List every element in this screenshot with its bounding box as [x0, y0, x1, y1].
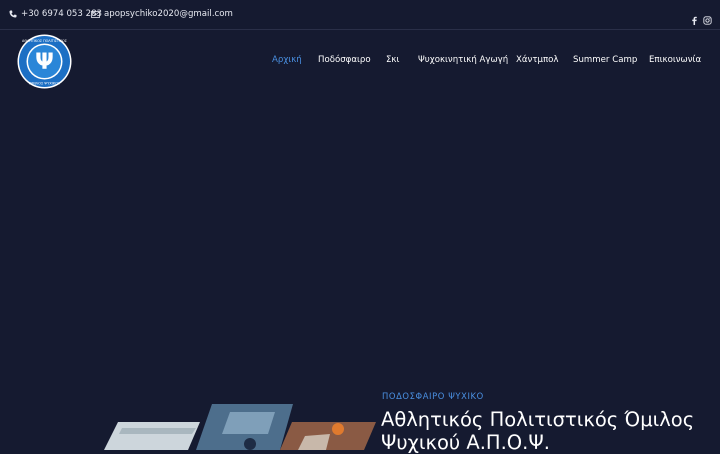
- logo-symbol: Ψ: [35, 50, 54, 75]
- phone-link[interactable]: +30 6974 053 283: [9, 9, 102, 19]
- nav-item-contact[interactable]: Επικοινωνία: [649, 55, 701, 65]
- nav-item-summer-camp[interactable]: Summer Camp: [573, 55, 637, 65]
- nav-item-ski[interactable]: Σκι: [386, 55, 399, 65]
- hero-kicker: ΠΟΔΟΣΦΑΙΡΟ ΨΥΧΙΚΟ: [382, 391, 484, 401]
- email-link[interactable]: apopsychiko2020@gmail.com: [91, 9, 233, 19]
- logo-ring-bottom: ΟΜΙΛΟΣ ΨΥΧΙΚΟΥ: [29, 82, 61, 86]
- phone-number: +30 6974 053 283: [21, 9, 103, 19]
- logo-ring-top: ΑΘΛΗΤΙΚΟΣ ΠΟΛΙΤΙΣΤΙΚΟΣ: [22, 39, 67, 43]
- email-address: apopsychiko2020@gmail.com: [104, 9, 233, 19]
- phone-icon: [9, 10, 17, 18]
- facebook-link[interactable]: [690, 10, 699, 25]
- collage-photo-field: [104, 422, 200, 450]
- facebook-icon: [692, 16, 697, 25]
- instagram-icon: [703, 16, 712, 25]
- instagram-link[interactable]: [703, 10, 712, 25]
- hero-photo-collage: [104, 404, 376, 450]
- nav-item-home[interactable]: Αρχική: [272, 55, 302, 65]
- nav-item-football[interactable]: Ποδόσφαιρο: [318, 55, 371, 65]
- site-logo[interactable]: Ψ ΑΘΛΗΤΙΚΟΣ ΠΟΛΙΤΙΣΤΙΚΟΣ ΟΜΙΛΟΣ ΨΥΧΙΚΟΥ: [16, 33, 73, 90]
- hero-title: Αθλητικός Πολιτιστικός Όμιλος Ψυχικού Α.…: [381, 408, 695, 454]
- nav-item-psychomotor[interactable]: Ψυχοκινητική Αγωγή: [418, 55, 508, 65]
- nav-item-handball[interactable]: Χάντμπολ: [516, 55, 559, 65]
- club-emblem: Ψ ΑΘΛΗΤΙΚΟΣ ΠΟΛΙΤΙΣΤΙΚΟΣ ΟΜΙΛΟΣ ΨΥΧΙΚΟΥ: [17, 34, 72, 89]
- envelope-icon: [91, 10, 100, 18]
- top-bar: +30 6974 053 283 apopsychiko2020@gmail.c…: [0, 0, 720, 30]
